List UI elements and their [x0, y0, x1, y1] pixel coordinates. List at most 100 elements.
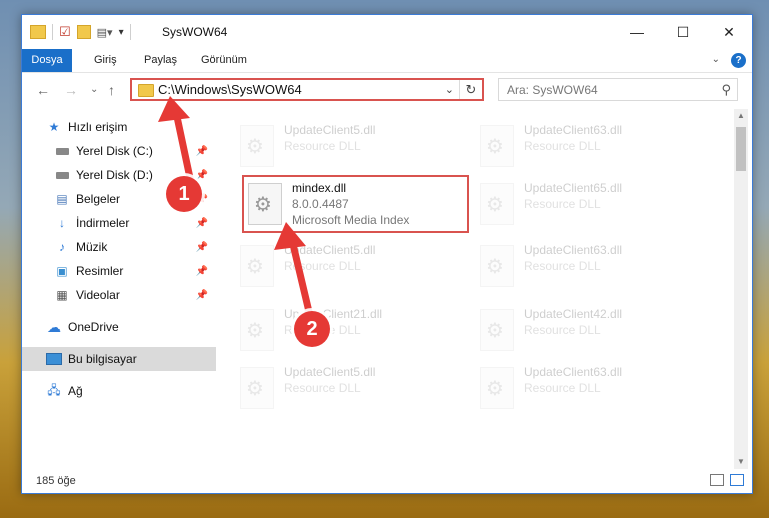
drive-icon	[54, 168, 70, 182]
refresh-icon[interactable]: ↻	[459, 80, 482, 99]
scroll-down-icon[interactable]: ▼	[734, 455, 748, 469]
explorer-window: ☑ ▤▾ ▾ SysWOW64 — ☐ ✕ Dosya Giriş Paylaş…	[21, 14, 753, 494]
help-button[interactable]: ?	[731, 53, 746, 68]
file-description: Resource DLL	[524, 381, 601, 395]
callout-badge-1: 1	[166, 176, 202, 212]
sidebar-item-videos[interactable]: ▦ Videolar 📌	[22, 283, 216, 307]
file-description: Resource DLL	[524, 139, 601, 153]
title-bar: ☑ ▤▾ ▾ SysWOW64 — ☐ ✕	[22, 15, 752, 49]
file-item[interactable]: ⚙ UpdateClient63.dll Resource DLL	[480, 241, 700, 293]
vertical-scrollbar[interactable]: ▲ ▼	[734, 109, 748, 469]
folder-icon	[138, 84, 154, 97]
file-item[interactable]: ⚙ UpdateClient63.dll Resource DLL	[480, 121, 700, 173]
navigation-pane: ★ Hızlı erişim Yerel Disk (C:) 📌 Yerel D…	[22, 115, 216, 465]
divider	[52, 24, 53, 40]
file-item[interactable]: ⚙ UpdateClient5.dll Resource DLL	[240, 121, 460, 173]
close-button[interactable]: ✕	[706, 15, 752, 49]
download-icon: ↓	[59, 216, 65, 230]
file-description: Resource DLL	[524, 323, 601, 337]
file-description: Resource DLL	[284, 259, 361, 273]
pin-icon[interactable]: 📌	[196, 146, 208, 157]
sidebar-item-pictures[interactable]: ▣ Resimler 📌	[22, 259, 216, 283]
sidebar-item-this-pc[interactable]: Bu bilgisayar	[22, 347, 216, 371]
videos-icon: ▦	[56, 288, 68, 302]
pin-icon[interactable]: 📌	[196, 242, 208, 253]
star-icon: ★	[48, 120, 60, 134]
up-arrow-icon[interactable]: ↑	[108, 82, 115, 98]
sidebar-item-music[interactable]: ♪ Müzik 📌	[22, 235, 216, 259]
sidebar-item-quick-access[interactable]: ★ Hızlı erişim	[22, 115, 216, 139]
window-controls: — ☐ ✕	[614, 15, 752, 49]
scroll-thumb[interactable]	[736, 127, 746, 171]
dll-file-icon: ⚙	[480, 245, 514, 287]
sidebar-item-label: Videolar	[76, 288, 120, 302]
dll-file-icon: ⚙	[240, 245, 274, 287]
divider	[129, 24, 131, 40]
large-icons-view-icon[interactable]	[730, 474, 744, 486]
dll-file-icon: ⚙	[480, 309, 514, 351]
forward-arrow-icon[interactable]: →	[64, 82, 78, 98]
status-bar: 185 öğe	[22, 469, 752, 493]
file-description: Resource DLL	[524, 259, 601, 273]
dll-file-icon: ⚙	[480, 125, 514, 167]
file-name: UpdateClient5.dll	[284, 123, 376, 137]
back-arrow-icon[interactable]: ←	[36, 82, 50, 98]
customize-toolbar-icon[interactable]: ▤▾	[97, 26, 113, 39]
sidebar-item-label: Resimler	[76, 264, 124, 278]
computer-icon	[46, 352, 62, 366]
tab-gorunum[interactable]: Görünüm	[201, 49, 247, 72]
pin-icon[interactable]: 📌	[196, 170, 208, 181]
dll-file-icon: ⚙	[240, 125, 274, 167]
address-path[interactable]: C:\Windows\SysWOW64	[158, 82, 302, 97]
sidebar-item-label: Ağ	[68, 384, 83, 398]
file-item[interactable]: ⚙ UpdateClient42.dll Resource DLL	[480, 305, 700, 357]
properties-icon[interactable]: ☑	[59, 24, 71, 40]
dll-file-icon: ⚙	[240, 309, 274, 351]
file-item[interactable]: ⚙ UpdateClient5.dll Resource DLL	[240, 241, 460, 293]
sidebar-item-label: Hızlı erişim	[68, 120, 128, 134]
pin-icon[interactable]: 📌	[196, 290, 208, 301]
cloud-icon: ☁	[47, 318, 61, 335]
view-switcher	[710, 474, 744, 486]
expand-ribbon-icon[interactable]: ⌄	[712, 54, 720, 65]
sidebar-item-downloads[interactable]: ↓ İndirmeler 📌	[22, 211, 216, 235]
tab-giris[interactable]: Giriş	[94, 49, 117, 72]
file-item[interactable]: ⚙ UpdateClient63.dll Resource DLL	[480, 363, 700, 415]
folder-icon[interactable]	[30, 25, 46, 39]
tab-paylas[interactable]: Paylaş	[144, 49, 177, 72]
item-count: 185 öğe	[36, 475, 76, 487]
tab-dosya[interactable]: Dosya	[22, 49, 72, 72]
sidebar-item-label: Müzik	[76, 240, 108, 254]
sidebar-item-onedrive[interactable]: ☁ OneDrive	[22, 315, 216, 339]
recent-locations-icon[interactable]: ⌄	[90, 84, 98, 95]
address-bar[interactable]: C:\Windows\SysWOW64 ⌄ ↻	[130, 78, 484, 101]
search-icon[interactable]: ⚲	[721, 82, 731, 98]
pin-icon[interactable]: 📌	[196, 218, 208, 229]
file-name: UpdateClient65.dll	[524, 181, 623, 195]
file-description: Resource DLL	[284, 139, 361, 153]
maximize-button[interactable]: ☐	[660, 15, 706, 49]
file-item[interactable]: ⚙ UpdateClient5.dll Resource DLL	[240, 363, 460, 415]
new-folder-icon[interactable]	[76, 25, 91, 39]
details-view-icon[interactable]	[710, 474, 724, 486]
file-name: UpdateClient42.dll	[524, 307, 623, 321]
sidebar-item-network[interactable]: 🖧 Ağ	[22, 379, 216, 403]
mindex-highlight-box	[242, 175, 469, 233]
file-name: UpdateClient63.dll	[524, 365, 623, 379]
file-name: UpdateClient63.dll	[524, 243, 623, 257]
sidebar-item-label: İndirmeler	[76, 216, 130, 230]
scroll-up-icon[interactable]: ▲	[734, 109, 748, 123]
file-name: UpdateClient5.dll	[284, 365, 376, 379]
file-item[interactable]: ⚙ UpdateClient65.dll Resource DLL	[480, 179, 700, 231]
sidebar-item-label: Yerel Disk (D:)	[76, 168, 153, 182]
dll-file-icon: ⚙	[480, 367, 514, 409]
sidebar-item-disk-c[interactable]: Yerel Disk (C:) 📌	[22, 139, 216, 163]
chevron-down-icon[interactable]: ⌄	[445, 83, 454, 96]
pin-icon[interactable]: 📌	[196, 266, 208, 277]
sidebar-item-label: OneDrive	[68, 320, 119, 334]
chevron-down-icon[interactable]: ▾	[119, 27, 124, 38]
file-item[interactable]: ⚙ UpdateClient21.dll Resource DLL	[240, 305, 460, 357]
minimize-button[interactable]: —	[614, 15, 660, 49]
drive-icon	[54, 144, 70, 158]
search-input[interactable]: Ara: SysWOW64 ⚲	[498, 78, 738, 101]
